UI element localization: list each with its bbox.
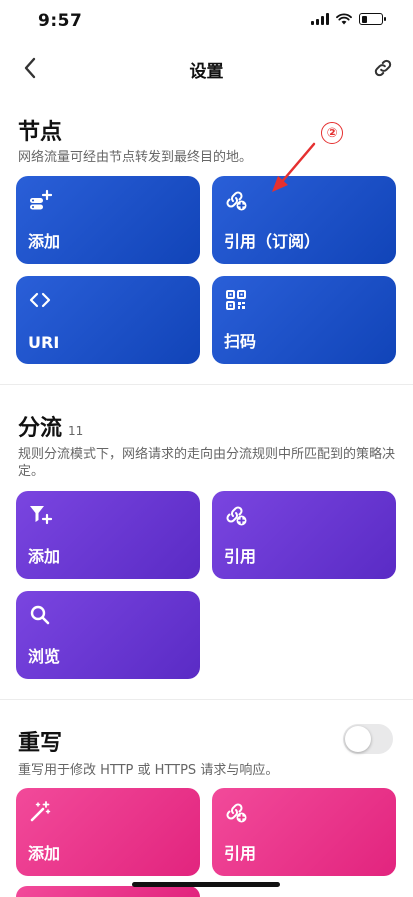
split-browse-label: 浏览 (28, 647, 61, 666)
nodes-scan-label: 扫码 (224, 332, 257, 351)
search-icon (30, 605, 50, 625)
toggle-knob (345, 726, 371, 752)
split-rule-count: 11 (68, 424, 84, 438)
split-add-button[interactable]: 添加 (16, 491, 200, 579)
split-section-description: 规则分流模式下，网络请求的走向由分流规则中所匹配到的策略决定。 (18, 447, 396, 479)
nodes-section-description: 网络流量可经由节点转发到最终目的地。 (18, 150, 253, 165)
split-reference-button[interactable]: 引用 (212, 491, 396, 579)
nodes-uri-button[interactable]: URI (16, 276, 200, 364)
rewrite-reference-label: 引用 (224, 844, 257, 863)
split-add-label: 添加 (28, 547, 61, 566)
server-add-icon (30, 189, 52, 210)
filter-add-icon (30, 506, 52, 525)
rewrite-toggle[interactable] (343, 724, 393, 754)
qr-code-icon (226, 290, 246, 310)
section-divider (0, 699, 413, 700)
link-add-icon (226, 191, 247, 211)
split-reference-label: 引用 (224, 547, 257, 566)
status-icons (311, 13, 386, 25)
split-title-text: 分流 (18, 416, 63, 441)
link-add-icon (226, 803, 247, 823)
nodes-uri-label: URI (28, 333, 60, 352)
link-icon (374, 59, 392, 77)
rewrite-section-description: 重写用于修改 HTTP 或 HTTPS 请求与响应。 (18, 763, 279, 778)
split-section-title: 分流 11 (18, 410, 83, 442)
home-indicator (132, 882, 280, 887)
rewrite-add-button[interactable]: 添加 (16, 788, 200, 876)
battery-icon (359, 13, 386, 25)
rewrite-add-label: 添加 (28, 844, 61, 863)
nodes-section-title: 节点 (18, 120, 63, 145)
annotation-arrow-icon (272, 142, 316, 192)
wifi-icon (336, 13, 352, 25)
cellular-signal-icon (311, 13, 329, 25)
code-brackets-icon (29, 292, 51, 308)
nodes-add-button[interactable]: 添加 (16, 176, 200, 264)
split-browse-button[interactable]: 浏览 (16, 591, 200, 679)
page-title: 设置 (189, 62, 224, 82)
magic-wand-icon (30, 801, 51, 822)
rewrite-reference-button[interactable]: 引用 (212, 788, 396, 876)
link-add-icon (226, 506, 247, 526)
navigation-bar: 设置 (0, 44, 413, 92)
rewrite-next-card[interactable] (16, 886, 200, 897)
status-time: 9:57 (38, 11, 83, 31)
status-bar: 9:57 (0, 0, 413, 44)
nodes-reference-label: 引用（订阅） (224, 232, 321, 251)
rewrite-section-title: 重写 (18, 731, 63, 756)
nodes-scan-button[interactable]: 扫码 (212, 276, 396, 364)
section-divider (0, 384, 413, 385)
link-button[interactable] (369, 54, 397, 82)
nodes-add-label: 添加 (28, 232, 61, 251)
